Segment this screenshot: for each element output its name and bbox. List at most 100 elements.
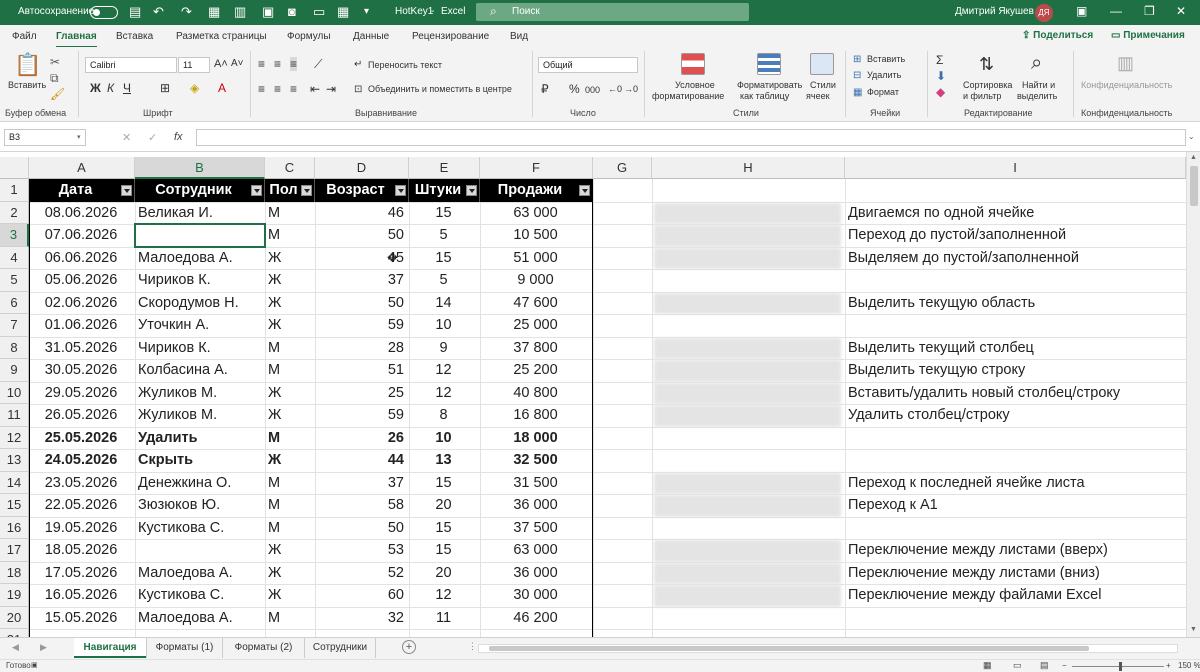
table-cell[interactable]: 18.05.2026 bbox=[32, 539, 130, 561]
table-cell[interactable]: М bbox=[268, 607, 310, 629]
table-cell[interactable]: М bbox=[268, 202, 310, 224]
table-cell[interactable]: 5 bbox=[412, 224, 475, 246]
table-cell[interactable]: Ж bbox=[268, 314, 310, 336]
sheet-tab-formats-1[interactable]: Форматы (1) bbox=[146, 638, 222, 658]
table-cell[interactable]: 46 200 bbox=[483, 607, 588, 629]
table-cell[interactable]: М bbox=[268, 494, 310, 516]
form-icon[interactable]: ▭ bbox=[313, 4, 325, 20]
table-icon[interactable]: ▦ bbox=[208, 4, 220, 20]
row-header[interactable]: 21 bbox=[0, 629, 29, 637]
chart-icon[interactable]: ▥ bbox=[234, 4, 246, 20]
table-cell[interactable]: 05.06.2026 bbox=[32, 269, 130, 291]
table-cell[interactable]: 15 bbox=[412, 517, 475, 539]
table-cell[interactable]: Жуликов М. bbox=[138, 382, 260, 404]
table-cell[interactable]: Ж bbox=[268, 562, 310, 584]
hotkey-description[interactable]: Выделяем до пустой/заполненной bbox=[848, 247, 1079, 269]
worksheet-grid[interactable]: ABCDEFGHI 1 2 3 4 5 6 7 8 9 10 11 12 13 14 15 16 17 18 19 2… bbox=[0, 152, 1186, 637]
column-header-e[interactable]: E bbox=[409, 157, 480, 179]
row-header[interactable]: 1 bbox=[0, 179, 29, 202]
table-cell[interactable]: 53 bbox=[318, 539, 404, 561]
tab-file[interactable]: Файл bbox=[12, 31, 37, 42]
page-break-view-icon[interactable]: ▤ bbox=[1040, 660, 1049, 671]
align-left-icon[interactable]: ≡ bbox=[258, 82, 265, 96]
insert-cells-button[interactable]: Вставить bbox=[867, 54, 905, 65]
table-cell[interactable]: Ж bbox=[268, 449, 310, 471]
zoom-slider[interactable] bbox=[1072, 666, 1164, 667]
row-header[interactable]: 19 bbox=[0, 584, 29, 607]
sheet-tab-employees[interactable]: Сотрудники bbox=[304, 638, 376, 658]
selected-cell-b3[interactable] bbox=[134, 223, 266, 248]
table-cell[interactable]: 59 bbox=[318, 314, 404, 336]
restore-icon[interactable]: ❐ bbox=[1144, 4, 1155, 18]
column-header-g[interactable]: G bbox=[593, 157, 652, 179]
table-cell[interactable]: 50 bbox=[318, 517, 404, 539]
cut-icon[interactable]: ✂ bbox=[50, 55, 60, 69]
table-cell[interactable]: 36 000 bbox=[483, 562, 588, 584]
orientation-icon[interactable]: ⟋ bbox=[314, 57, 322, 71]
close-icon[interactable]: ✕ bbox=[1176, 4, 1186, 18]
table-cell[interactable]: 51 000 bbox=[483, 247, 588, 269]
hotkey-description[interactable]: Вставить/удалить новый столбец/строку bbox=[848, 382, 1120, 404]
zoom-level[interactable]: 150 % bbox=[1178, 661, 1200, 670]
qat-more-icon[interactable]: ▾ bbox=[364, 4, 369, 20]
comments-button[interactable]: ▭ Примечания bbox=[1111, 30, 1185, 41]
table-cell[interactable]: 30 000 bbox=[483, 584, 588, 606]
tab-scroll-dots[interactable]: ⋮ bbox=[468, 641, 477, 652]
column-header-d[interactable]: D bbox=[315, 157, 409, 179]
sensitivity-icon[interactable]: ▥ bbox=[1117, 52, 1134, 74]
column-header-a[interactable]: A bbox=[29, 157, 135, 179]
table-cell[interactable]: 52 bbox=[318, 562, 404, 584]
table-cell[interactable]: 07.06.2026 bbox=[32, 224, 130, 246]
table-cell[interactable]: 23.05.2026 bbox=[32, 472, 130, 494]
tab-review[interactable]: Рецензирование bbox=[412, 31, 489, 42]
italic-button[interactable]: К bbox=[107, 81, 114, 95]
table-cell[interactable]: Чириков К. bbox=[138, 337, 260, 359]
table-cell[interactable]: Ж bbox=[268, 584, 310, 606]
format-as-table-button[interactable]: как таблицу bbox=[740, 91, 789, 102]
table-cell[interactable]: 16 800 bbox=[483, 404, 588, 426]
table-cell[interactable]: Ж bbox=[268, 269, 310, 291]
table-cell[interactable]: 25 bbox=[318, 382, 404, 404]
table-cell[interactable]: Ж bbox=[268, 292, 310, 314]
tab-view[interactable]: Вид bbox=[510, 31, 528, 42]
table-cell[interactable]: Чириков К. bbox=[138, 269, 260, 291]
row-header[interactable]: 3 bbox=[0, 224, 29, 247]
column-header-f[interactable]: F bbox=[480, 157, 593, 179]
fill-icon[interactable]: ⬇ bbox=[936, 69, 946, 83]
name-box-dropdown-icon[interactable]: ▾ bbox=[77, 133, 81, 141]
autosum-button[interactable]: Σ bbox=[936, 53, 943, 67]
table-cell[interactable]: М bbox=[268, 472, 310, 494]
sensitivity-button[interactable]: Конфиденциальность bbox=[1081, 80, 1172, 91]
row-header[interactable]: 4 bbox=[0, 246, 29, 269]
font-shrink-icon[interactable]: A˅ bbox=[231, 57, 244, 71]
table-cell[interactable]: Удалить bbox=[138, 427, 260, 449]
column-header-b[interactable]: B bbox=[135, 157, 265, 179]
table-cell[interactable]: Скрыть bbox=[138, 449, 260, 471]
table-cell[interactable]: 40 800 bbox=[483, 382, 588, 404]
table-cell[interactable]: 37 bbox=[318, 269, 404, 291]
table-cell[interactable]: 44 bbox=[318, 449, 404, 471]
redo-icon[interactable]: ↷ bbox=[181, 4, 192, 20]
table-cell[interactable]: М bbox=[268, 224, 310, 246]
table-cell[interactable]: 17.05.2026 bbox=[32, 562, 130, 584]
table-cell[interactable]: Ж bbox=[268, 382, 310, 404]
hotkey-description[interactable]: Переключение между листами (вверх) bbox=[848, 539, 1108, 561]
table-cell[interactable]: 10 bbox=[412, 427, 475, 449]
table-cell[interactable]: 26 bbox=[318, 427, 404, 449]
table-cell[interactable]: 10 500 bbox=[483, 224, 588, 246]
hotkey-description[interactable]: Переход к последней ячейке листа bbox=[848, 472, 1085, 494]
zoom-slider-thumb[interactable] bbox=[1119, 662, 1122, 671]
ribbon-display-icon[interactable]: ▣ bbox=[1076, 4, 1087, 18]
save-icon[interactable]: ▤ bbox=[129, 4, 141, 20]
table-cell[interactable]: М bbox=[268, 359, 310, 381]
hotkey-description[interactable]: Выделить текущий столбец bbox=[848, 337, 1034, 359]
find-select-button[interactable]: выделить bbox=[1017, 91, 1057, 102]
table-cell[interactable]: Скородумов Н. bbox=[138, 292, 260, 314]
table-cell[interactable]: 50 bbox=[318, 224, 404, 246]
table-cell[interactable]: 15 bbox=[412, 472, 475, 494]
table-cell[interactable]: 32 500 bbox=[483, 449, 588, 471]
row-header[interactable]: 16 bbox=[0, 516, 29, 539]
table-cell[interactable]: 5 bbox=[412, 269, 475, 291]
table-cell[interactable]: Ж bbox=[268, 247, 310, 269]
table-cell[interactable]: 16.05.2026 bbox=[32, 584, 130, 606]
